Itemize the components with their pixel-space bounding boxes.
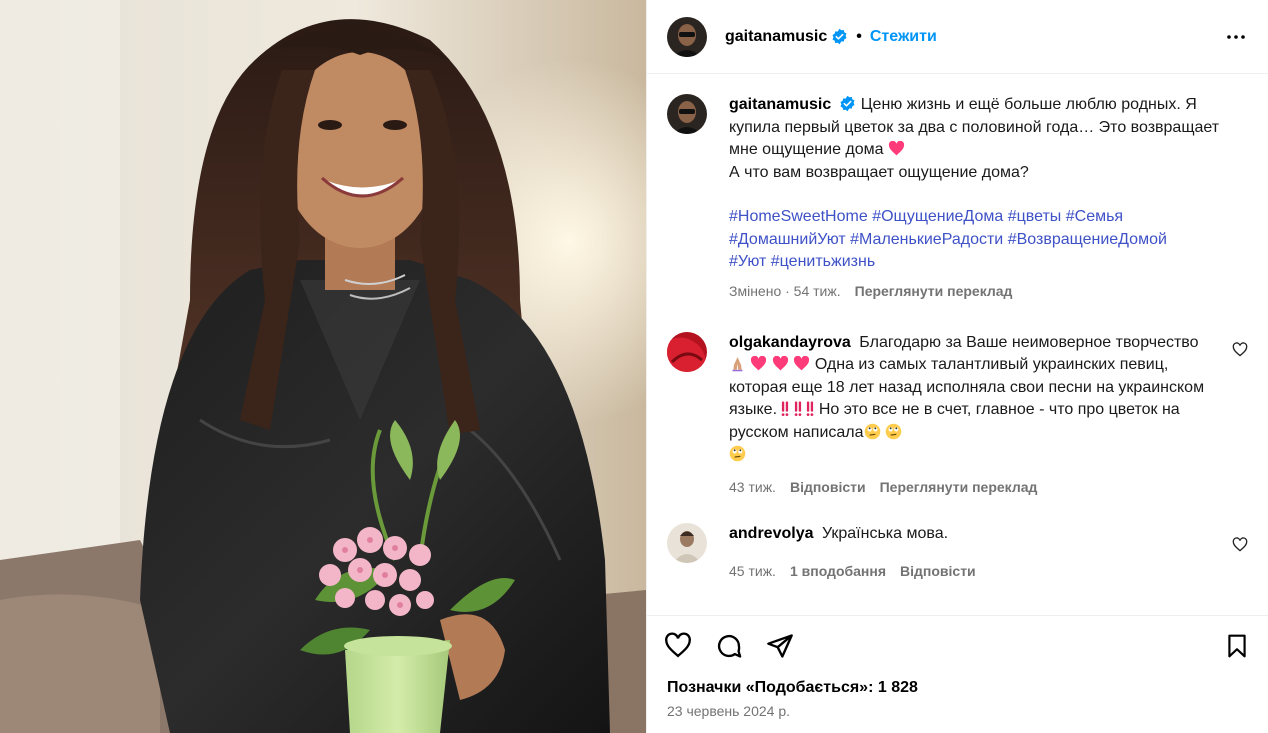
heart-emoji-icon [888, 141, 905, 156]
hashtag-link[interactable]: #ценитьжизнь [771, 253, 875, 270]
comment-time: 45 тиж. [729, 563, 776, 579]
save-bookmark-icon[interactable] [1222, 631, 1252, 661]
hashtag-link[interactable]: #ДомашнийУют [729, 231, 846, 248]
caption: gaitanamusic Ценю жизнь и ещё больше люб… [667, 94, 1248, 299]
caption-line-2: А что вам возвращает ощущение дома? [729, 163, 1029, 181]
post-details-panel: gaitanamusic • Стежити gaitanamusic Ценю… [646, 0, 1268, 733]
eye-roll-emoji-icon [729, 445, 746, 462]
caption-meta: Змінено · 54 тиж. Переглянути переклад [729, 283, 1248, 299]
more-options-icon[interactable] [1224, 25, 1248, 49]
share-paper-plane-icon[interactable] [765, 631, 795, 661]
double-exclamation-emoji-icon [794, 401, 802, 417]
comment-meta: 45 тиж. 1 вподобання Відповісти [729, 563, 1248, 579]
like-comment-heart-icon[interactable] [1232, 536, 1248, 553]
like-comment-heart-icon[interactable] [1232, 341, 1248, 358]
hashtag-link[interactable]: #ВозвращениеДомой [1008, 231, 1167, 248]
comment-likes-count[interactable]: 1 вподобання [790, 563, 886, 579]
hashtag-link[interactable]: #Уют [729, 253, 766, 270]
comment-text: andrevolya Українська мова. [729, 523, 1248, 546]
comment-text-part: Українська мова. [821, 524, 949, 542]
post-date[interactable]: 23 червень 2024 р. [647, 697, 1268, 733]
comment-body: olgakandayrova Благодарю за Ваше неимове… [729, 332, 1248, 495]
photo-illustration [0, 0, 646, 733]
heart-emoji-icon [794, 356, 810, 371]
hashtag-link[interactable]: #цветы [1008, 208, 1062, 225]
comments-scroll-area[interactable]: gaitanamusic Ценю жизнь и ещё больше люб… [647, 74, 1268, 615]
post-photo[interactable] [0, 0, 646, 733]
author-avatar[interactable] [667, 16, 707, 57]
see-translation-button[interactable]: Переглянути переклад [855, 283, 1013, 299]
follow-button[interactable]: Стежити [870, 28, 937, 46]
commenter-avatar[interactable] [667, 522, 707, 563]
hashtag-link[interactable]: #HomeSweetHome [729, 208, 868, 225]
reply-button[interactable]: Відповісти [900, 563, 976, 579]
heart-emoji-icon [751, 356, 767, 371]
like-heart-icon[interactable] [663, 631, 693, 661]
caption-author-avatar[interactable] [667, 94, 707, 134]
comment-username[interactable]: andrevolya [729, 525, 813, 542]
caption-body: gaitanamusic Ценю жизнь и ещё больше люб… [729, 94, 1248, 299]
comment-body: andrevolya Українська мова. 45 тиж. 1 вп… [729, 523, 1248, 580]
double-exclamation-emoji-icon [807, 401, 814, 417]
verified-badge-icon [832, 28, 847, 45]
caption-username[interactable]: gaitanamusic [729, 96, 831, 113]
comment-item: andrevolya Українська мова. 45 тиж. 1 вп… [667, 522, 1248, 580]
separator-dot: • [856, 27, 862, 45]
double-exclamation-emoji-icon [782, 401, 789, 417]
hashtag-link[interactable]: #Семья [1066, 208, 1123, 225]
verified-badge-icon [840, 95, 855, 112]
commenter-avatar[interactable] [667, 331, 707, 372]
caption-hashtags: #HomeSweetHome #ОщущениеДома #цветы #Сем… [729, 206, 1248, 274]
hashtag-link[interactable]: #МаленькиеРадости [850, 231, 1003, 248]
post-actions-bar [647, 615, 1268, 675]
caption-time: Змінено · 54 тиж. [729, 282, 841, 299]
heart-emoji-icon [772, 356, 788, 371]
post-viewer: gaitanamusic • Стежити gaitanamusic Ценю… [0, 0, 1268, 733]
see-translation-button[interactable]: Переглянути переклад [880, 479, 1038, 495]
caption-text: gaitanamusic Ценю жизнь и ещё больше люб… [729, 94, 1248, 184]
comment-username[interactable]: olgakandayrova [729, 334, 851, 351]
comment-item: olgakandayrova Благодарю за Ваше неимове… [667, 331, 1248, 495]
hashtag-link[interactable]: #ОщущениеДома [872, 208, 1003, 225]
comment-bubble-icon[interactable] [714, 631, 744, 661]
comment-text-part: Благодарю за Ваше неимоверное творчество [859, 333, 1199, 351]
post-header: gaitanamusic • Стежити [647, 0, 1268, 74]
eye-roll-emoji-icon [885, 423, 902, 439]
comment-time: 43 тиж. [729, 478, 776, 495]
comment-meta: 43 тиж. Відповісти Переглянути переклад [729, 479, 1214, 495]
author-username[interactable]: gaitanamusic [725, 28, 827, 46]
eye-roll-emoji-icon [864, 423, 880, 439]
comment-text: olgakandayrova Благодарю за Ваше неимове… [729, 332, 1214, 467]
praying-hands-emoji-icon [732, 357, 743, 372]
reply-button[interactable]: Відповісти [790, 479, 866, 495]
likes-count[interactable]: Позначки «Подобається»: 1 828 [647, 675, 1268, 697]
